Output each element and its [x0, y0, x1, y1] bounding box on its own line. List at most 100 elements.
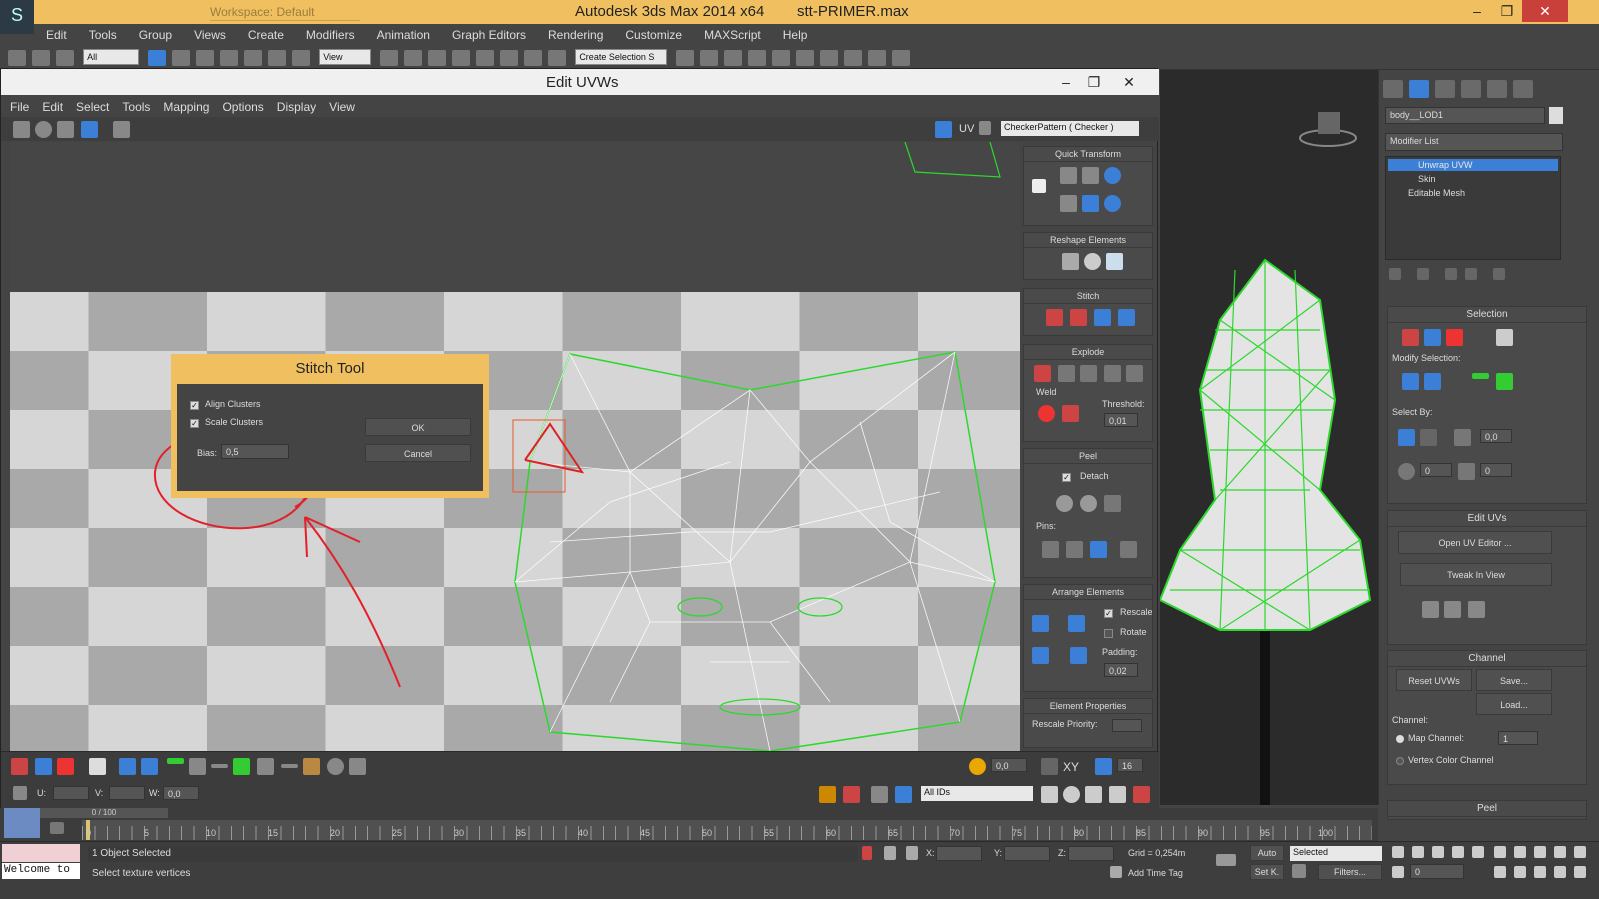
motion-tab-icon[interactable] — [1461, 80, 1481, 98]
add-time-tag[interactable]: Add Time Tag — [1128, 868, 1183, 878]
spinner-snap-icon[interactable] — [524, 50, 543, 66]
uv-menu-tools[interactable]: Tools — [113, 95, 154, 114]
auto-pin-icon[interactable] — [1090, 541, 1107, 558]
channel-header[interactable]: Channel — [1388, 651, 1586, 667]
align-horizontal-icon[interactable] — [1060, 167, 1077, 184]
select-pins-icon[interactable] — [1120, 541, 1137, 558]
pan-icon[interactable] — [1041, 786, 1058, 803]
reshape-header[interactable]: Reshape Elements — [1024, 233, 1152, 248]
weld-all-icon[interactable] — [1104, 365, 1121, 382]
stitch-target-icon[interactable] — [1094, 309, 1111, 326]
loop-uv-icon[interactable] — [167, 758, 184, 764]
x-field[interactable] — [936, 846, 982, 861]
threshold-field[interactable]: 0,01 — [1104, 413, 1138, 427]
render-setup-icon[interactable] — [844, 50, 863, 66]
configure-sets-icon[interactable] — [1493, 268, 1505, 280]
angle-field[interactable]: 0,0 — [1480, 429, 1512, 443]
align-vertical-icon[interactable] — [1082, 167, 1099, 184]
quick-transform-header[interactable]: Quick Transform — [1024, 147, 1152, 162]
redo-icon[interactable] — [32, 50, 50, 66]
shrink-selection-icon[interactable] — [1424, 373, 1441, 390]
select-manipulate-icon[interactable] — [404, 50, 423, 66]
uv-options-icon[interactable] — [13, 786, 27, 800]
peel-header[interactable]: Peel — [1388, 801, 1586, 817]
align-gizmo-icon[interactable] — [1468, 601, 1485, 618]
set-key-icon[interactable] — [1216, 854, 1236, 866]
stack-item-skin[interactable]: Skin — [1388, 173, 1558, 185]
zoom-extents-all-icon[interactable] — [1554, 846, 1566, 858]
edit-named-sel-icon[interactable] — [548, 50, 567, 66]
matid-field[interactable]: 0 — [1480, 463, 1512, 477]
utilities-tab-icon[interactable] — [1513, 80, 1533, 98]
pan-view-icon[interactable] — [1494, 866, 1506, 878]
zoom-extents-vp-icon[interactable] — [1534, 846, 1546, 858]
weld-selected-icon[interactable] — [1062, 405, 1079, 422]
weld-target-icon[interactable] — [1038, 405, 1055, 422]
freeze-icon[interactable] — [871, 786, 888, 803]
detach-checkbox[interactable]: ✓ — [1062, 473, 1071, 482]
uv-move-icon[interactable] — [13, 121, 30, 138]
ring-grow-icon[interactable] — [257, 758, 274, 775]
abs-relative-icon[interactable] — [906, 846, 918, 860]
modifier-list-dropdown[interactable]: Modifier List — [1385, 133, 1563, 151]
stack-item-unwrap[interactable]: Unwrap UVW — [1388, 159, 1558, 171]
map-channel-field[interactable]: 1 — [1498, 731, 1538, 745]
undo-icon[interactable] — [8, 50, 26, 66]
uv-menu-display[interactable]: Display — [268, 95, 320, 114]
v-field[interactable] — [109, 786, 145, 800]
rotate-icon[interactable] — [268, 50, 287, 66]
sg-field[interactable]: 0 — [1420, 463, 1452, 477]
ring-shrink-icon[interactable] — [281, 764, 298, 768]
relax-icon[interactable] — [1084, 253, 1101, 270]
pack-normalize-icon[interactable] — [1068, 615, 1085, 632]
cancel-button[interactable]: Cancel — [365, 444, 471, 462]
map-channel-radio[interactable] — [1396, 735, 1404, 743]
rescale-priority-field[interactable] — [1112, 719, 1142, 732]
workspace-dropdown[interactable]: Workspace: Default — [210, 5, 360, 21]
quick-planar-axis-icon[interactable] — [1444, 601, 1461, 618]
straighten-icon[interactable] — [1062, 253, 1079, 270]
maximize-button[interactable]: ❐ — [1492, 0, 1522, 22]
peel-header-uv[interactable]: Peel — [1024, 449, 1152, 464]
snap-toggle-icon[interactable] — [1133, 786, 1150, 803]
snap-icon[interactable] — [452, 50, 471, 66]
named-selection-dropdown[interactable]: Create Selection S — [575, 49, 668, 65]
vertex-color-radio[interactable] — [1396, 757, 1404, 765]
grid-snap-icon[interactable] — [1095, 758, 1112, 775]
orbit-icon[interactable] — [1514, 866, 1526, 878]
pivot-icon[interactable] — [380, 50, 399, 66]
play-icon[interactable] — [1432, 846, 1444, 858]
uv-scale-icon[interactable] — [57, 121, 74, 138]
percent-snap-icon[interactable] — [500, 50, 519, 66]
reset-uvws-button[interactable]: Reset UVWs — [1396, 669, 1472, 691]
uv-menu-edit[interactable]: Edit — [33, 95, 67, 114]
current-frame-field[interactable]: 0 — [1410, 864, 1464, 879]
prev-frame-icon[interactable] — [1412, 846, 1424, 858]
timeline-menu-icon[interactable] — [4, 808, 40, 838]
rotate-minus-icon[interactable] — [1104, 195, 1121, 212]
goto-start-icon[interactable] — [1392, 846, 1404, 858]
padding-field[interactable]: 0,02 — [1104, 663, 1138, 677]
pin-stack-icon[interactable] — [1389, 268, 1401, 280]
lock-icon[interactable] — [819, 786, 836, 803]
z-field[interactable] — [1068, 846, 1114, 861]
key-filter-dropdown[interactable]: Selected — [1290, 846, 1382, 861]
space-horizontal-icon[interactable] — [1082, 195, 1099, 212]
modify-tab-icon[interactable] — [1409, 80, 1429, 98]
goto-end-icon[interactable] — [1472, 846, 1484, 858]
walk-icon[interactable] — [1534, 866, 1546, 878]
graphite-icon[interactable] — [748, 50, 767, 66]
uv-rotate-icon[interactable] — [35, 121, 52, 138]
zoom-all-icon[interactable] — [1514, 846, 1526, 858]
stitch-settings-icon[interactable] — [1118, 309, 1135, 326]
shrink-icon[interactable] — [141, 758, 158, 775]
planar-angle-icon[interactable] — [1420, 429, 1437, 446]
menu-graph-editors[interactable]: Graph Editors — [440, 24, 536, 42]
vertex-mode-icon[interactable] — [1402, 329, 1419, 346]
minimize-button[interactable]: – — [1462, 0, 1492, 22]
select-object-icon[interactable] — [148, 50, 167, 66]
edge-select-icon[interactable] — [35, 758, 52, 775]
element-toggle-icon[interactable] — [89, 758, 106, 775]
uv-menu-select[interactable]: Select — [67, 95, 113, 114]
save-button[interactable]: Save... — [1476, 669, 1552, 691]
